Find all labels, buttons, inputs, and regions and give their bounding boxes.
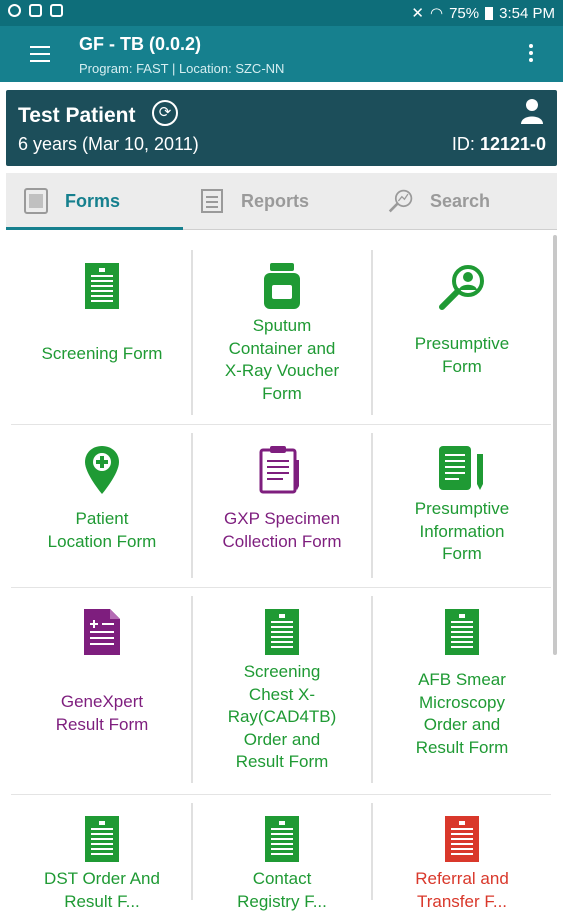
- patient-id: ID: 12121-0: [452, 134, 546, 155]
- status-bar: ✕ ◠ 75% 3:54 PM: [0, 0, 563, 26]
- reports-icon: [201, 189, 223, 213]
- form-tile-label: Sputum Container and X-Ray Voucher Form: [224, 316, 340, 403]
- form-tile-label: GeneXpert Result Form: [55, 692, 149, 734]
- form-tile-contact-registry[interactable]: Contact Registry F...: [193, 816, 371, 913]
- tab-forms-label: Forms: [65, 190, 121, 211]
- form-icon: [445, 609, 479, 655]
- form-tile-label: Presumptive Form: [414, 334, 510, 376]
- battery-icon: [485, 6, 494, 20]
- form-tile-genexpert-result[interactable]: GeneXpert Result Form: [13, 609, 191, 736]
- form-tile-dst-order[interactable]: DST Order And Result F...: [13, 816, 191, 913]
- switch-patient-icon[interactable]: ⟳: [152, 100, 178, 126]
- form-tile-label: AFB Smear Microscopy Order and Result Form: [415, 670, 509, 757]
- grid-divider: [11, 424, 551, 425]
- tab-forms[interactable]: Forms: [23, 173, 120, 229]
- form-icon: [265, 816, 299, 862]
- container-icon: [264, 263, 300, 309]
- form-tile-label: GXP Specimen Collection Form: [222, 509, 342, 551]
- clock: 3:54 PM: [499, 4, 555, 22]
- mute-icon: ✕: [411, 5, 424, 22]
- location-pin-icon: [85, 446, 119, 494]
- form-tile-patient-location[interactable]: Patient Location Form: [13, 446, 191, 553]
- form-tile-screening-chest-xray[interactable]: Screening Chest X- Ray(CAD4TB) Order and Res…: [193, 609, 371, 774]
- tab-reports-label: Reports: [241, 190, 310, 211]
- grid-divider: [11, 794, 551, 795]
- magnifier-person-icon: [439, 265, 484, 310]
- form-tile-presumptive-information[interactable]: Presumptive Information Form: [373, 446, 551, 566]
- form-icon: [445, 816, 479, 862]
- document-pen-icon: [439, 446, 483, 490]
- form-tile-screening[interactable]: Screening Form: [13, 263, 191, 366]
- menu-icon[interactable]: [30, 46, 50, 62]
- form-tile-label: Presumptive Information Form: [414, 499, 510, 563]
- form-tile-label: Referral and Transfer F...: [415, 869, 509, 911]
- patient-card: Test Patient ⟳ 6 years (Mar 10, 2011) ID…: [6, 90, 557, 166]
- clipboard-icon: [259, 446, 299, 494]
- notification-icon: [8, 4, 21, 17]
- patient-id-label: ID:: [451, 134, 475, 154]
- form-tile-label: Screening Chest X- Ray(CAD4TB) Order and Res…: [227, 662, 337, 771]
- form-tile-label: Screening Form: [41, 344, 163, 363]
- patient-age: 6 years (Mar 10, 2011): [18, 134, 199, 154]
- form-tile-sputum-container[interactable]: Sputum Container and X-Ray Voucher Form: [193, 263, 371, 405]
- forms-icon: [24, 188, 48, 214]
- search-chart-icon: [388, 189, 413, 213]
- patient-id-value: 12121-0: [479, 134, 546, 154]
- form-tile-label: DST Order And Result F...: [44, 869, 160, 911]
- form-tile-gxp-specimen[interactable]: GXP Specimen Collection Form: [193, 446, 371, 553]
- active-tab-indicator: [6, 227, 183, 230]
- app-subtitle: Program: FAST | Location: SZC-NN: [79, 61, 285, 76]
- tab-reports[interactable]: Reports: [199, 173, 309, 229]
- overflow-menu-icon[interactable]: [529, 44, 533, 65]
- battery-percent: 75%: [449, 4, 480, 22]
- form-tile-referral-transfer[interactable]: Referral and Transfer F...: [373, 816, 551, 913]
- scrollbar[interactable]: [553, 235, 557, 655]
- form-tile-afb-smear[interactable]: AFB Smear Microscopy Order and Result Form: [373, 609, 551, 759]
- form-tile-label: Patient Location Form: [47, 509, 157, 551]
- tab-bar: Forms Reports Search: [6, 173, 557, 230]
- tab-search[interactable]: Search: [388, 173, 490, 229]
- form-icon: [265, 609, 299, 655]
- patient-name: Test Patient: [18, 104, 136, 127]
- wifi-icon: ◠: [430, 5, 444, 22]
- lock-icon: [50, 4, 63, 17]
- user-icon[interactable]: [521, 98, 543, 124]
- notification-icons: [8, 4, 63, 17]
- app-title: GF - TB (0.0.2): [79, 34, 202, 54]
- form-tile-label: Contact Registry F...: [237, 869, 327, 911]
- form-icon: [85, 816, 119, 862]
- app-bar: GF - TB (0.0.2) Program: FAST | Location…: [0, 26, 563, 82]
- result-document-icon: [84, 609, 120, 655]
- image-icon: [29, 4, 42, 17]
- grid-divider: [11, 587, 551, 588]
- form-tile-presumptive[interactable]: Presumptive Form: [373, 263, 551, 378]
- form-icon: [85, 263, 119, 309]
- tab-search-label: Search: [430, 190, 491, 211]
